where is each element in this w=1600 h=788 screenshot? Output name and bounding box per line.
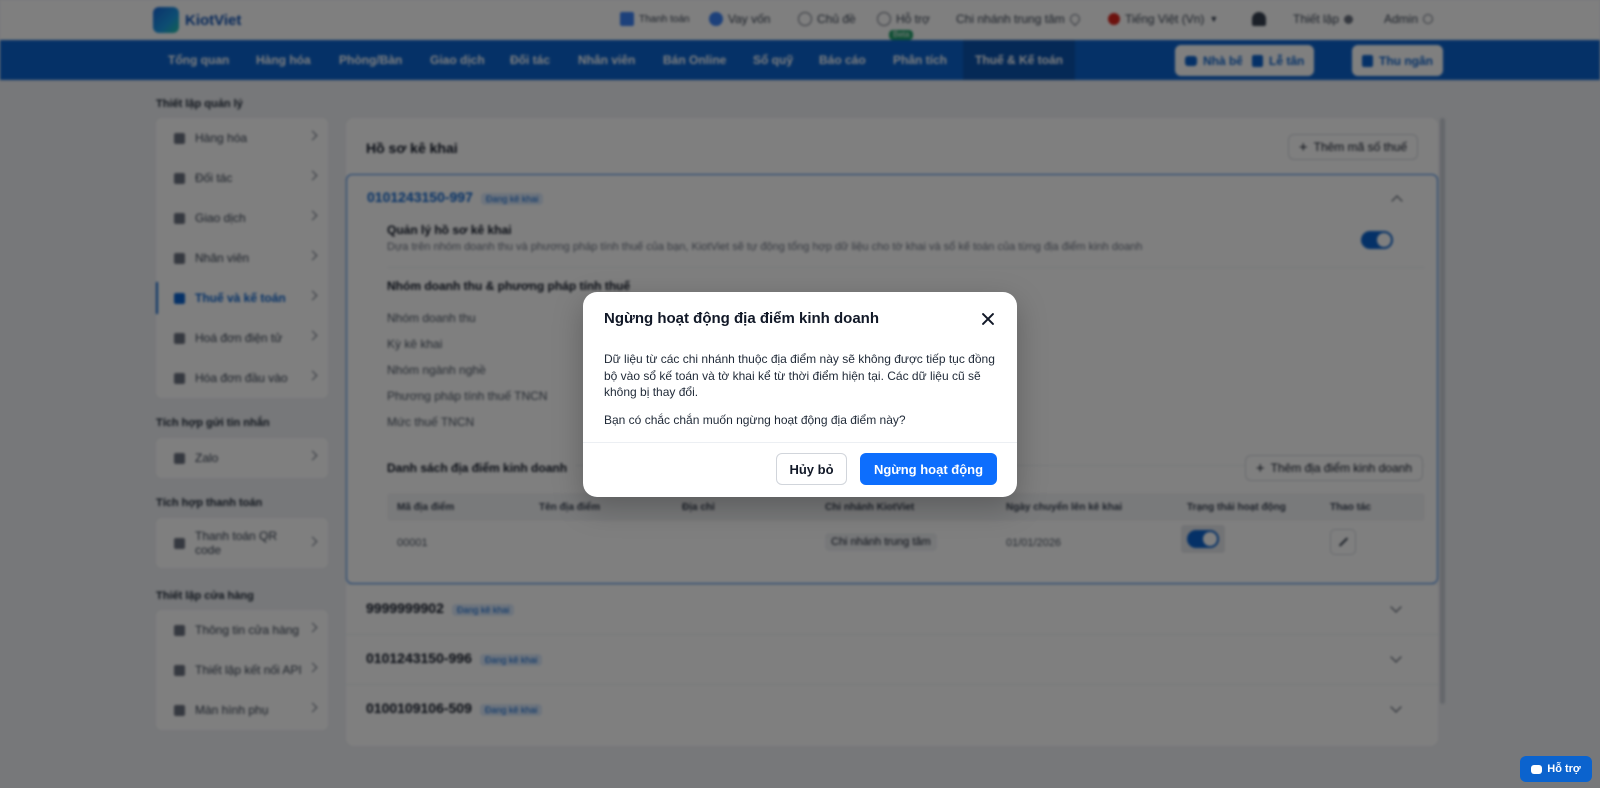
support-chat-label: Hỗ trợ [1547,763,1581,775]
dialog-divider [583,442,1017,443]
deactivate-button[interactable]: Ngừng hoạt động [860,453,997,485]
cancel-button[interactable]: Hủy bỏ [776,453,847,485]
support-chat-button[interactable]: Hỗ trợ [1520,756,1592,782]
dialog-question: Bạn có chắc chắn muốn ngừng hoạt động đị… [604,413,906,427]
dialog-message: Dữ liệu từ các chi nhánh thuộc địa điểm … [604,352,995,399]
deactivate-location-dialog: Ngừng hoạt động địa điểm kinh doanh Dữ l… [583,292,1017,497]
dialog-title: Ngừng hoạt động địa điểm kinh doanh [604,310,880,327]
chat-icon [1531,764,1543,774]
close-icon[interactable] [979,310,997,328]
